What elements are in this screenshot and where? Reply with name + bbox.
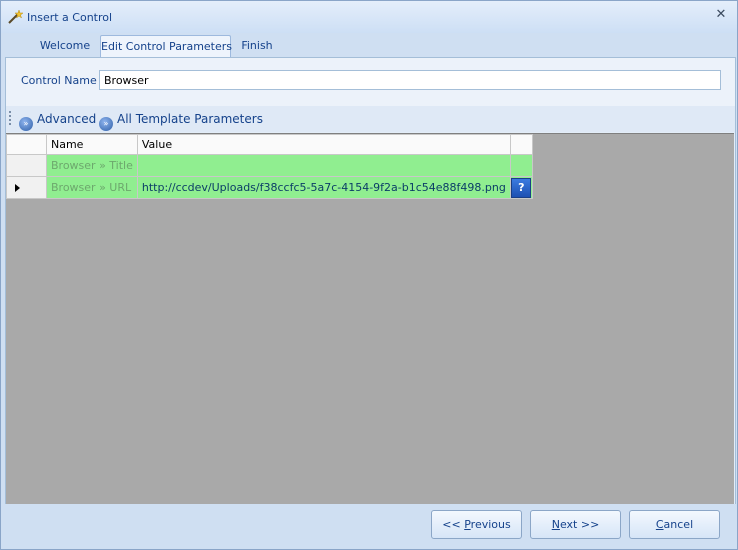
window-title: Insert a Control bbox=[27, 11, 113, 24]
row-header[interactable] bbox=[6, 154, 47, 177]
column-header-action bbox=[509, 134, 533, 155]
previous-button[interactable]: << Previous bbox=[431, 510, 522, 539]
param-value-cell[interactable] bbox=[136, 154, 511, 177]
param-action-cell bbox=[509, 154, 533, 177]
cancel-mnemonic: C bbox=[655, 518, 664, 531]
close-button[interactable]: ✕ bbox=[713, 7, 729, 23]
control-name-input[interactable] bbox=[99, 70, 721, 90]
advanced-label: Advanced bbox=[37, 112, 97, 126]
param-action-cell: ? bbox=[509, 176, 533, 199]
cancel-rest: ancel bbox=[663, 518, 694, 531]
cancel-button[interactable]: Cancel bbox=[629, 510, 720, 539]
row-header-corner bbox=[6, 134, 47, 155]
previous-prefix: << bbox=[442, 518, 465, 531]
insert-control-dialog: Insert a Control ✕ Welcome Edit Control … bbox=[0, 0, 738, 550]
parameter-grid-area: Name Value Browser » Title Browser » URL… bbox=[6, 133, 734, 505]
all-template-parameters-label: All Template Parameters bbox=[117, 112, 263, 126]
all-template-parameters-button[interactable]: » All Template Parameters bbox=[99, 111, 263, 131]
double-chevron-icon: » bbox=[19, 117, 33, 131]
content-panel: Control Name »Advanced »All Template Par… bbox=[5, 57, 736, 506]
double-chevron-icon: » bbox=[99, 117, 113, 131]
magic-wand-icon bbox=[8, 9, 23, 24]
toolbar-grip[interactable] bbox=[9, 111, 11, 127]
column-header-name[interactable]: Name bbox=[46, 134, 138, 155]
table-row[interactable]: Browser » Title bbox=[6, 154, 533, 177]
column-header-value[interactable]: Value bbox=[136, 134, 511, 155]
parameter-toolbar: » Advanced » All Template Parameters bbox=[6, 106, 735, 132]
previous-rest: revious bbox=[470, 518, 511, 531]
next-mnemonic: N bbox=[551, 518, 560, 531]
tab-finish[interactable]: Finish bbox=[231, 35, 283, 56]
next-button[interactable]: Next >> bbox=[530, 510, 621, 539]
help-icon[interactable]: ? bbox=[511, 178, 532, 198]
row-header-current[interactable] bbox=[6, 176, 47, 199]
table-row[interactable]: Browser » URL http://ccdev/Uploads/f38cc… bbox=[6, 176, 533, 199]
control-name-label: Control Name bbox=[21, 74, 97, 87]
param-name-cell: Browser » Title bbox=[46, 154, 138, 177]
title-bar: Insert a Control ✕ bbox=[1, 1, 737, 33]
current-row-arrow-icon bbox=[15, 183, 20, 192]
param-value-cell[interactable]: http://ccdev/Uploads/f38ccfc5-5a7c-4154-… bbox=[136, 176, 511, 199]
control-name-row: Control Name bbox=[6, 58, 735, 106]
parameter-grid: Name Value Browser » Title Browser » URL… bbox=[6, 134, 533, 199]
param-name-cell: Browser » URL bbox=[46, 176, 138, 199]
tab-welcome[interactable]: Welcome bbox=[31, 35, 99, 56]
tab-edit-control-parameters[interactable]: Edit Control Parameters bbox=[100, 35, 232, 57]
next-rest: ext >> bbox=[559, 518, 600, 531]
advanced-button[interactable]: » Advanced bbox=[19, 111, 97, 131]
wizard-footer: << Previous Next >> Cancel bbox=[1, 504, 737, 549]
grid-header-row: Name Value bbox=[6, 134, 533, 155]
